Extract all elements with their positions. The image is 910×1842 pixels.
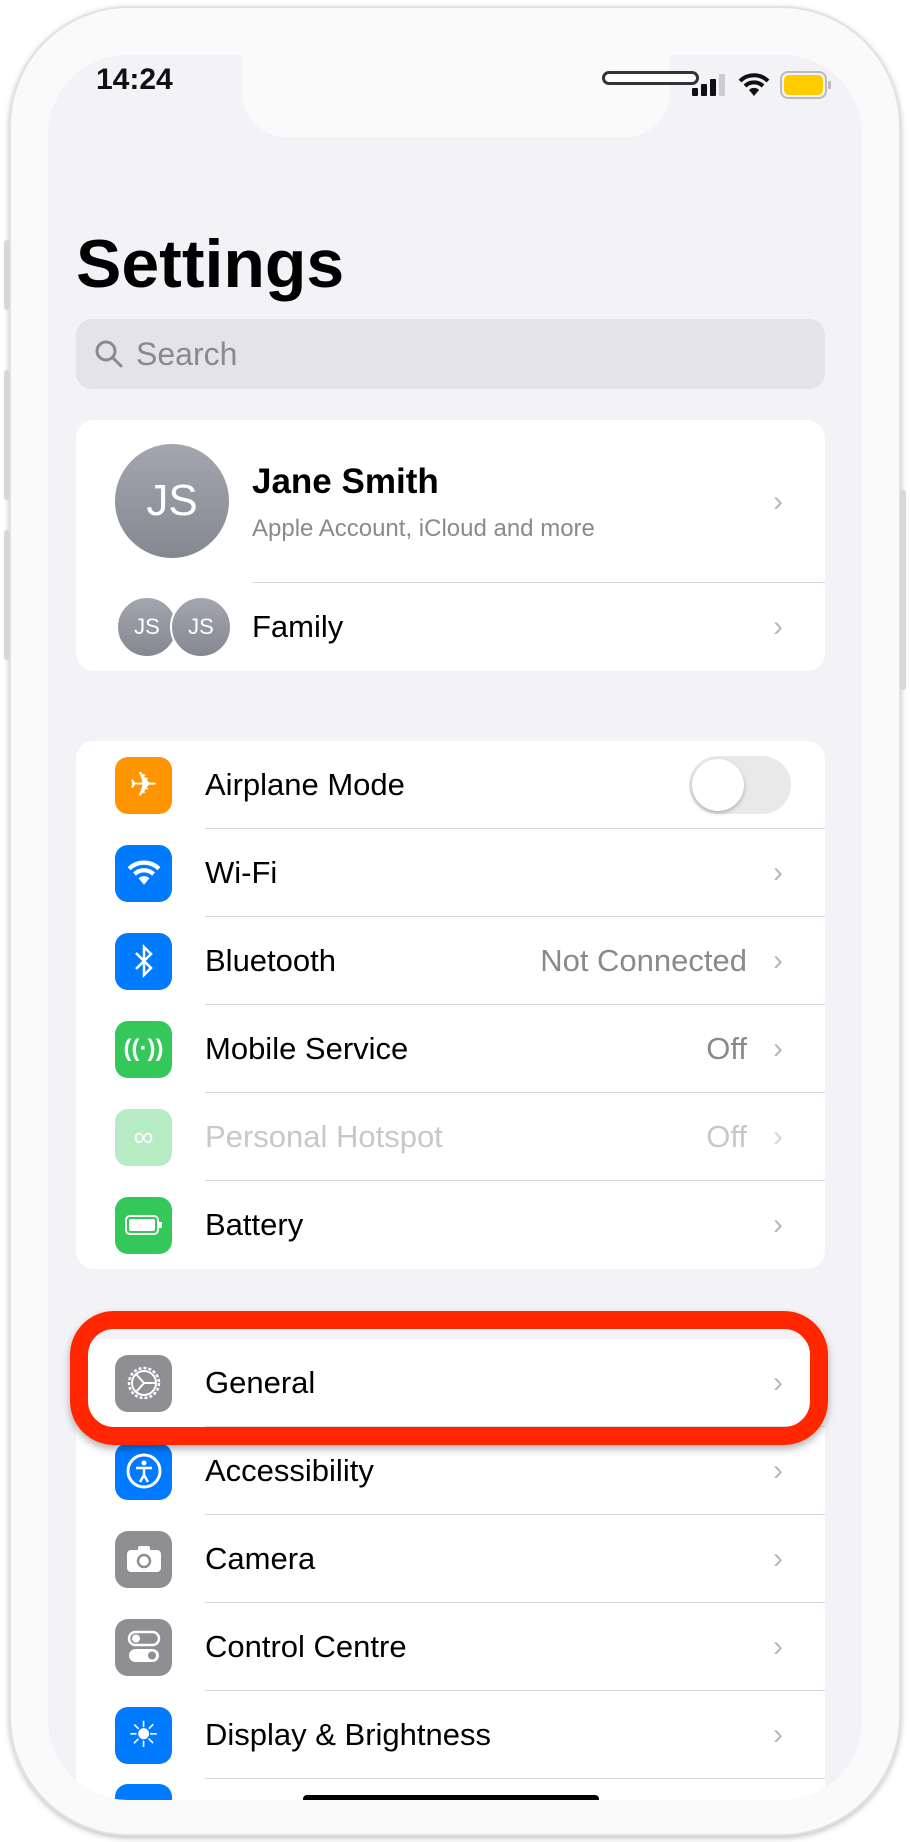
family-avatar: JS: [170, 596, 232, 658]
display-brightness-row[interactable]: ☀ Display & Brightness ›: [76, 1691, 825, 1779]
row-label: Display & Brightness: [205, 1717, 492, 1752]
row-label: Mobile Service: [205, 1031, 409, 1066]
profile-row[interactable]: JS Jane Smith Apple Account, iCloud and …: [76, 420, 825, 583]
row-label: Accessibility: [205, 1453, 374, 1488]
chevron-right-icon: ›: [773, 856, 783, 889]
chevron-right-icon: ›: [773, 1542, 783, 1575]
wifi-icon: [115, 844, 172, 902]
profile-subtitle: Apple Account, iCloud and more: [252, 515, 595, 542]
chevron-right-icon: ›: [773, 1454, 783, 1487]
search-placeholder: Search: [136, 335, 238, 372]
family-label: Family: [252, 609, 344, 644]
general-highlight-annotation: [70, 1311, 828, 1445]
mobile-service-row[interactable]: ((·)) Mobile Service Off ›: [76, 1005, 825, 1093]
sun-icon: ☀: [115, 1706, 172, 1764]
chevron-right-icon: ›: [773, 1718, 783, 1751]
personal-hotspot-row: ∞ Personal Hotspot Off ›: [76, 1093, 825, 1181]
row-value: Not Connected: [540, 943, 747, 978]
row-label: Airplane Mode: [205, 767, 405, 802]
row-label: Battery: [205, 1207, 304, 1242]
control-centre-row[interactable]: Control Centre ›: [76, 1603, 825, 1691]
volume-up-button: [4, 370, 10, 500]
battery-icon: [115, 1196, 172, 1254]
chevron-right-icon: ›: [773, 1032, 783, 1065]
bluetooth-icon: [115, 932, 172, 990]
volume-down-button: [4, 530, 10, 660]
camera-icon: [115, 1530, 172, 1588]
chevron-right-icon: ›: [773, 944, 783, 977]
row-label: Wi-Fi: [205, 855, 278, 890]
chevron-right-icon: ›: [773, 1208, 783, 1241]
avatar: JS: [113, 442, 231, 560]
profile-card: JS Jane Smith Apple Account, iCloud and …: [76, 420, 825, 671]
camera-row[interactable]: Camera ›: [76, 1515, 825, 1603]
connectivity-group: ✈ Airplane Mode Wi-Fi › Bluetooth Not Co…: [76, 741, 825, 1269]
accessibility-icon: [115, 1442, 172, 1500]
home-indicator[interactable]: [303, 1795, 599, 1800]
family-row[interactable]: JS JS Family ›: [76, 583, 825, 671]
screen: 14:24 Settings Search JS Jane Smith Appl…: [48, 55, 862, 1800]
notch: [242, 55, 699, 137]
status-icons: [692, 71, 832, 99]
airplane-mode-toggle[interactable]: [689, 756, 791, 814]
partial-icon: [115, 1784, 172, 1800]
row-value: Off: [706, 1031, 747, 1066]
mute-switch: [4, 240, 10, 310]
wifi-row[interactable]: Wi-Fi ›: [76, 829, 825, 917]
page-title: Settings: [76, 226, 345, 302]
search-input[interactable]: Search: [76, 319, 825, 389]
chevron-right-icon: ›: [773, 610, 783, 643]
antenna-icon: ((·)): [115, 1020, 172, 1078]
speaker: [602, 71, 699, 85]
status-time: 14:24: [96, 63, 173, 96]
row-value: Off: [706, 1119, 747, 1154]
family-avatar: JS: [116, 596, 178, 658]
airplane-mode-row[interactable]: ✈ Airplane Mode: [76, 741, 825, 829]
row-label: Bluetooth: [205, 943, 336, 978]
row-label: Control Centre: [205, 1629, 407, 1664]
control-centre-icon: [115, 1618, 172, 1676]
row-label: Personal Hotspot: [205, 1119, 443, 1154]
wifi-icon: [738, 73, 770, 96]
profile-name: Jane Smith: [252, 462, 439, 501]
chevron-right-icon: ›: [773, 1630, 783, 1663]
chevron-right-icon: ›: [773, 484, 783, 518]
battery-row[interactable]: Battery ›: [76, 1181, 825, 1269]
row-label: Camera: [205, 1541, 316, 1576]
bluetooth-row[interactable]: Bluetooth Not Connected ›: [76, 917, 825, 1005]
signal-icon: [692, 74, 725, 96]
search-icon: [95, 340, 123, 368]
power-button: [900, 490, 906, 690]
airplane-icon: ✈: [115, 756, 172, 814]
hotspot-icon: ∞: [115, 1108, 172, 1166]
battery-icon: [780, 71, 831, 99]
chevron-right-icon: ›: [773, 1120, 783, 1153]
